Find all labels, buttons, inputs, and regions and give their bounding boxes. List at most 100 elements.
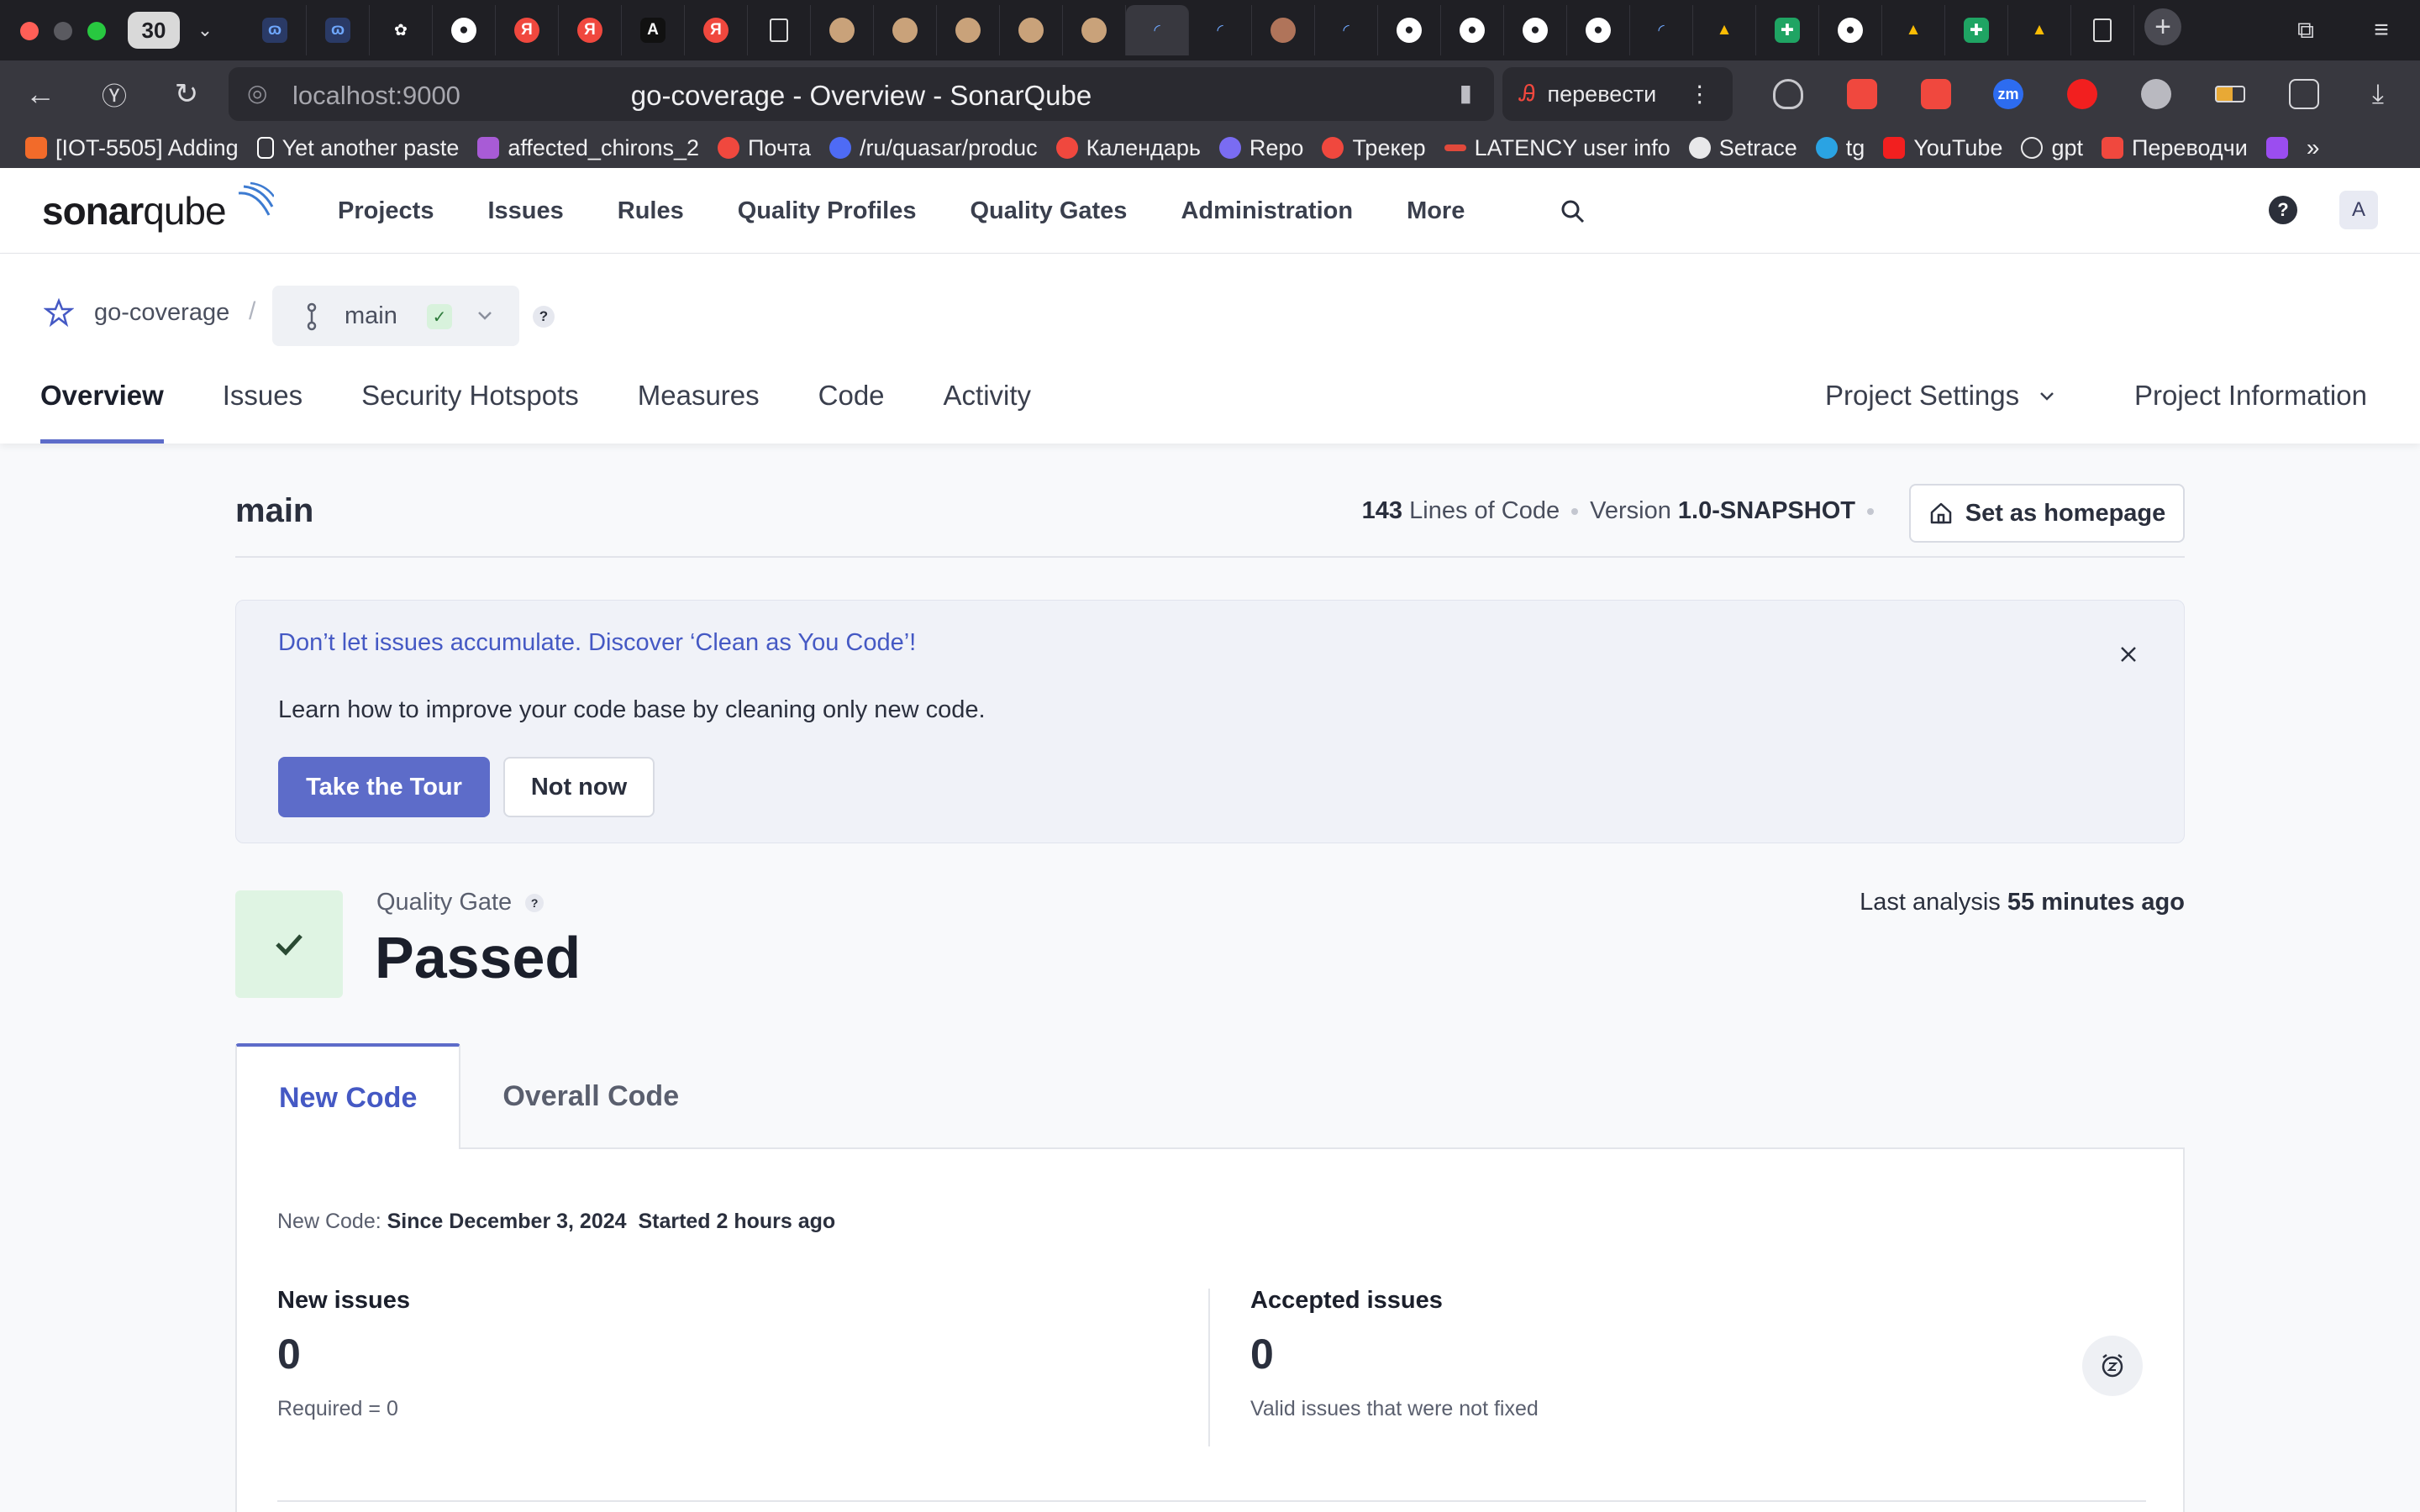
- favorite-star-icon[interactable]: [44, 297, 74, 328]
- nav-administration[interactable]: Administration: [1181, 197, 1353, 225]
- bookmark-item[interactable]: Трекер: [1322, 135, 1426, 161]
- tab-overview[interactable]: Overview: [40, 373, 164, 444]
- browser-tab[interactable]: [1252, 5, 1315, 55]
- nav-rules[interactable]: Rules: [618, 197, 684, 225]
- browser-tab[interactable]: A: [622, 5, 685, 55]
- bookmark-item[interactable]: Repo: [1218, 135, 1303, 161]
- reload-icon[interactable]: ↻: [165, 72, 208, 116]
- more-vertical-icon[interactable]: ⋮: [1688, 81, 1711, 108]
- browser-tab[interactable]: [874, 5, 937, 55]
- menu-icon[interactable]: ≡: [2360, 8, 2403, 52]
- clean-as-you-code-link[interactable]: Don’t let issues accumulate. Discover ‘C…: [278, 629, 916, 657]
- new-issues-value[interactable]: 0: [277, 1330, 410, 1378]
- browser-tab[interactable]: ●: [1378, 5, 1441, 55]
- browser-tab[interactable]: [937, 5, 1000, 55]
- youtube-extension-icon[interactable]: [2067, 79, 2097, 109]
- bookmark-item[interactable]: YouTube: [1883, 135, 2002, 161]
- window-zoom-button[interactable]: [87, 22, 106, 40]
- not-now-button[interactable]: Not now: [503, 757, 655, 817]
- browser-tab[interactable]: ●: [1819, 5, 1882, 55]
- nav-quality-profiles[interactable]: Quality Profiles: [738, 197, 917, 225]
- bookmark-item[interactable]: Почта: [718, 135, 811, 161]
- browser-tab[interactable]: ✚: [1945, 5, 2008, 55]
- tab-security-hotspots[interactable]: Security Hotspots: [361, 373, 579, 444]
- bookmark-item[interactable]: gpt: [2021, 135, 2083, 161]
- browser-tab[interactable]: ◜: [1189, 5, 1252, 55]
- bookmark-item[interactable]: Yet another paste: [256, 135, 459, 161]
- battery-icon[interactable]: [2215, 86, 2245, 102]
- browser-tab[interactable]: ◜: [1630, 5, 1693, 55]
- zoom-extension-icon[interactable]: zm: [1993, 79, 2023, 109]
- tab-issues[interactable]: Issues: [223, 373, 302, 444]
- project-settings-dropdown[interactable]: Project Settings: [1825, 380, 2058, 412]
- bookmark-item[interactable]: affected_chirons_2: [477, 135, 699, 161]
- bookmark-item[interactable]: LATENCY user info: [1444, 135, 1670, 161]
- accepted-issues-value[interactable]: 0: [1250, 1330, 1539, 1378]
- collections-icon[interactable]: ⧉: [2284, 8, 2328, 52]
- bookmark-item[interactable]: [2265, 137, 2288, 159]
- browser-tab[interactable]: ▲: [2008, 5, 2071, 55]
- browser-tab[interactable]: Я: [685, 5, 748, 55]
- browser-tab[interactable]: ɷ: [244, 5, 307, 55]
- nav-issues[interactable]: Issues: [487, 197, 563, 225]
- tab-count-badge[interactable]: 30: [128, 12, 180, 49]
- bookmark-item[interactable]: /ru/quasar/produc: [829, 135, 1038, 161]
- bookmark-item[interactable]: Календарь: [1055, 135, 1201, 161]
- bookmark-item[interactable]: Setrace: [1688, 135, 1797, 161]
- tab-activity[interactable]: Activity: [944, 373, 1032, 444]
- browser-tab[interactable]: Я: [496, 5, 559, 55]
- nav-projects[interactable]: Projects: [338, 197, 434, 225]
- bookmark-icon[interactable]: ▮: [1460, 79, 1472, 107]
- browser-tab[interactable]: ●: [1504, 5, 1567, 55]
- back-arrow-icon[interactable]: ←: [18, 72, 62, 116]
- browser-tab[interactable]: ɷ: [307, 5, 370, 55]
- set-as-homepage-button[interactable]: Set as homepage: [1909, 484, 2185, 543]
- video-extension-icon[interactable]: [1921, 79, 1951, 109]
- branch-selector[interactable]: main ✓: [272, 286, 519, 346]
- browser-tab[interactable]: ✚: [1756, 5, 1819, 55]
- project-name-link[interactable]: go-coverage: [94, 299, 229, 327]
- new-tab-plus-icon[interactable]: +: [2144, 8, 2181, 45]
- yandex-home-icon[interactable]: Ⓨ: [92, 72, 136, 116]
- url-field[interactable]: ◎ localhost:9000 go-coverage - Overview …: [229, 67, 1494, 121]
- ok-extension-icon[interactable]: [1847, 79, 1877, 109]
- user-avatar[interactable]: A: [2339, 191, 2378, 229]
- browser-tab[interactable]: ●: [1441, 5, 1504, 55]
- browser-tab[interactable]: Я: [559, 5, 622, 55]
- help-button[interactable]: ?: [2269, 196, 2297, 224]
- sonarqube-logo[interactable]: sonarqube: [42, 181, 274, 234]
- bookmark-item[interactable]: [IOT-5505] Adding: [25, 135, 239, 161]
- browser-tab[interactable]: [1063, 5, 1126, 55]
- branch-help-icon[interactable]: ?: [533, 306, 555, 328]
- browser-tab[interactable]: ▲: [1693, 5, 1756, 55]
- search-icon[interactable]: [1556, 195, 1590, 228]
- close-icon[interactable]: [2115, 641, 2142, 668]
- browser-tab[interactable]: ◜: [1315, 5, 1378, 55]
- browser-tab[interactable]: [748, 5, 811, 55]
- browser-tab[interactable]: [811, 5, 874, 55]
- browser-tab-active[interactable]: ◜: [1126, 5, 1189, 55]
- browser-tab[interactable]: [2071, 5, 2134, 55]
- shield-extension-icon[interactable]: [1773, 79, 1803, 109]
- tab-new-code[interactable]: New Code: [235, 1043, 461, 1149]
- download-icon[interactable]: ⤓: [2356, 72, 2400, 116]
- bookmark-item[interactable]: Переводчи: [2101, 135, 2248, 161]
- globe-extension-icon[interactable]: [2141, 79, 2171, 109]
- nav-more[interactable]: More: [1407, 197, 1465, 225]
- tab-overall-code[interactable]: Overall Code: [460, 1043, 721, 1149]
- screenshot-icon[interactable]: [2289, 79, 2319, 109]
- browser-tab[interactable]: ✿: [370, 5, 433, 55]
- window-minimize-button[interactable]: [54, 22, 72, 40]
- window-close-button[interactable]: [20, 22, 39, 40]
- nav-quality-gates[interactable]: Quality Gates: [970, 197, 1127, 225]
- tab-measures[interactable]: Measures: [638, 373, 760, 444]
- project-information-link[interactable]: Project Information: [2134, 380, 2367, 412]
- bookmark-item[interactable]: tg: [1815, 135, 1865, 161]
- browser-tab[interactable]: [1000, 5, 1063, 55]
- tab-code[interactable]: Code: [818, 373, 885, 444]
- browser-tab[interactable]: ●: [433, 5, 496, 55]
- quality-gate-help-icon[interactable]: ?: [525, 893, 544, 912]
- translate-button[interactable]: Ꭿ перевести ⋮: [1502, 67, 1733, 121]
- browser-tab[interactable]: ▲: [1882, 5, 1945, 55]
- take-the-tour-button[interactable]: Take the Tour: [278, 757, 490, 817]
